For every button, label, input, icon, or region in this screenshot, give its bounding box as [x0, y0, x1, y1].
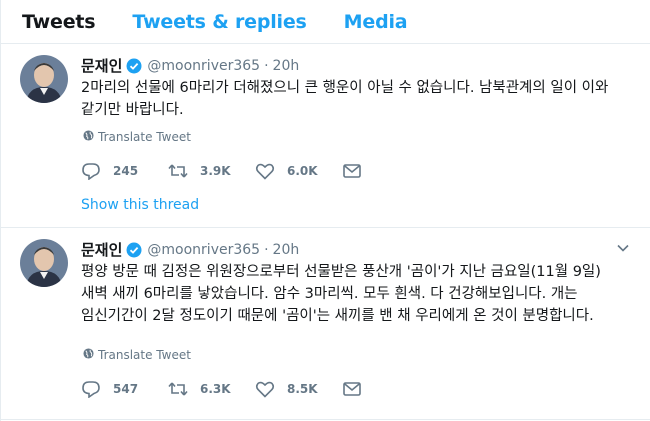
message-icon: [343, 164, 361, 178]
separator-dot: ·: [264, 57, 269, 74]
like-button[interactable]: 6.0K: [255, 162, 342, 180]
author-handle[interactable]: @moonriver365: [147, 242, 260, 258]
globe-icon: [83, 348, 98, 362]
verified-icon: [126, 58, 142, 74]
profile-timeline: Tweets Tweets & replies Media 문재인 @moonr…: [0, 0, 650, 421]
retweet-icon: [168, 164, 188, 178]
retweet-icon: [168, 382, 188, 396]
tweet-actions: 245 3.9K 6.0K: [81, 162, 429, 180]
avatar[interactable]: [20, 55, 68, 103]
tab-media[interactable]: Media: [344, 11, 408, 33]
retweet-button[interactable]: 3.9K: [168, 162, 255, 180]
retweet-count: 3.9K: [200, 164, 231, 178]
like-button[interactable]: 8.5K: [255, 380, 342, 398]
retweet-button[interactable]: 6.3K: [168, 380, 255, 398]
reply-count: 547: [113, 382, 139, 396]
tweet-text: 2마리의 선물에 6마리가 더해졌으니 큰 행운이 아닐 수 없습니다. 남북관…: [81, 80, 609, 118]
like-icon: [255, 381, 275, 398]
translate-tweet-link[interactable]: Translate Tweet: [83, 348, 191, 362]
tweet-header: 문재인 @moonriver365 · 20h: [81, 55, 299, 76]
reply-button[interactable]: 245: [81, 162, 168, 180]
avatar[interactable]: [20, 239, 68, 287]
tweet[interactable]: 문재인 @moonriver365 · 20h 2마리의 선물에 6마리가 더해…: [1, 44, 650, 228]
author-name[interactable]: 문재인: [81, 55, 122, 76]
reply-icon: [82, 163, 100, 180]
like-count: 8.5K: [287, 382, 318, 396]
translate-tweet-link[interactable]: Translate Tweet: [83, 130, 191, 144]
like-icon: [255, 163, 275, 180]
reply-icon: [82, 381, 100, 398]
tab-tweets-replies[interactable]: Tweets & replies: [132, 11, 306, 33]
reply-count: 245: [113, 164, 139, 178]
tab-tweets[interactable]: Tweets: [22, 11, 96, 33]
chevron-down-icon[interactable]: [616, 240, 630, 254]
translate-label: Translate Tweet: [98, 130, 191, 144]
reply-button[interactable]: 547: [81, 380, 168, 398]
separator-dot: ·: [264, 241, 269, 258]
tweet-header: 문재인 @moonriver365 · 20h: [81, 239, 299, 260]
tweet-text: 평양 방문 때 김정은 위원장으로부터 선물받은 풍산개 '곰이'가 지난 금요…: [81, 264, 601, 324]
show-thread-link[interactable]: Show this thread: [81, 197, 199, 213]
tweet-time[interactable]: 20h: [273, 58, 300, 74]
message-icon: [343, 382, 361, 396]
timeline-tabs: Tweets Tweets & replies Media: [1, 0, 650, 44]
like-count: 6.0K: [287, 164, 318, 178]
translate-label: Translate Tweet: [98, 348, 191, 362]
author-handle[interactable]: @moonriver365: [147, 58, 260, 74]
tweet-time[interactable]: 20h: [273, 242, 300, 258]
author-name[interactable]: 문재인: [81, 239, 122, 260]
retweet-count: 6.3K: [200, 382, 231, 396]
tweet-actions: 547 6.3K 8.5K: [81, 380, 429, 398]
tweet[interactable]: 문재인 @moonriver365 · 20h 평양 방문 때 김정은 위원장으…: [1, 228, 650, 420]
direct-message-button[interactable]: [342, 162, 429, 180]
direct-message-button[interactable]: [342, 380, 429, 398]
verified-icon: [126, 242, 142, 258]
globe-icon: [83, 130, 98, 144]
